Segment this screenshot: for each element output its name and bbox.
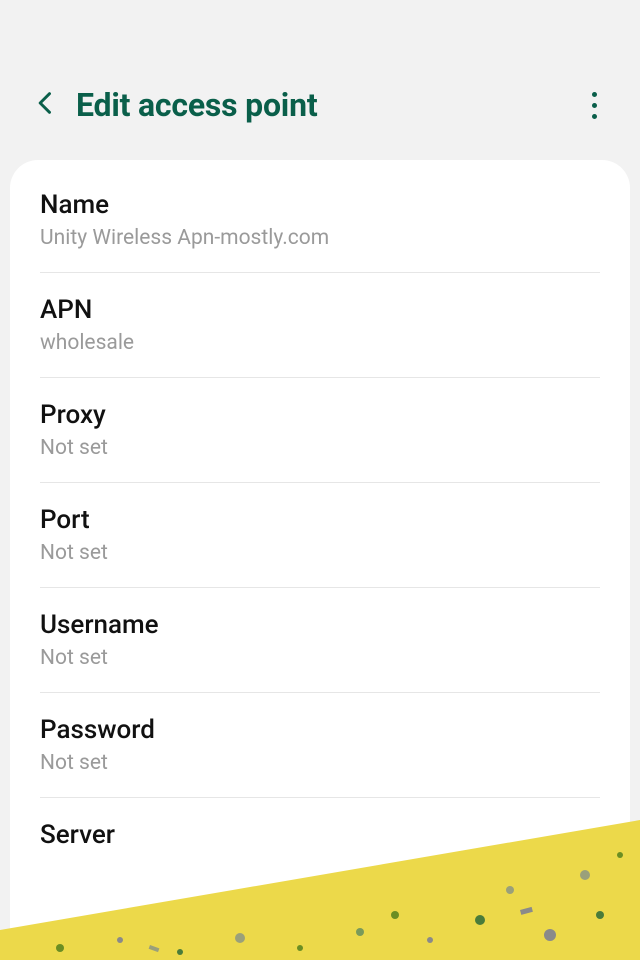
row-label: Password [40, 715, 600, 745]
row-value: Not set [40, 541, 600, 565]
row-label: Proxy [40, 400, 600, 430]
more-vertical-icon [592, 89, 597, 122]
app-header: Edit access point [0, 0, 640, 160]
row-proxy[interactable]: Proxy Not set [10, 378, 630, 482]
row-label: Name [40, 190, 600, 220]
page-title: Edit access point [76, 86, 572, 124]
row-label: Server [40, 820, 600, 850]
back-button[interactable] [24, 83, 68, 127]
row-port[interactable]: Port Not set [10, 483, 630, 587]
row-value: Unity Wireless Apn-mostly.com [40, 226, 600, 250]
row-value: wholesale [40, 331, 600, 355]
row-label: Port [40, 505, 600, 535]
row-name[interactable]: Name Unity Wireless Apn-mostly.com [10, 168, 630, 272]
row-value: Not set [40, 751, 600, 775]
row-server[interactable]: Server [10, 798, 630, 878]
row-username[interactable]: Username Not set [10, 588, 630, 692]
row-password[interactable]: Password Not set [10, 693, 630, 797]
row-value: Not set [40, 436, 600, 460]
chevron-left-icon [32, 89, 60, 121]
screen: Edit access point Name Unity Wireless Ap… [0, 0, 640, 960]
more-options-button[interactable] [572, 83, 616, 127]
row-label: Username [40, 610, 600, 640]
row-apn[interactable]: APN wholesale [10, 273, 630, 377]
row-label: APN [40, 295, 600, 325]
row-value: Not set [40, 646, 600, 670]
settings-card: Name Unity Wireless Apn-mostly.com APN w… [10, 160, 630, 960]
